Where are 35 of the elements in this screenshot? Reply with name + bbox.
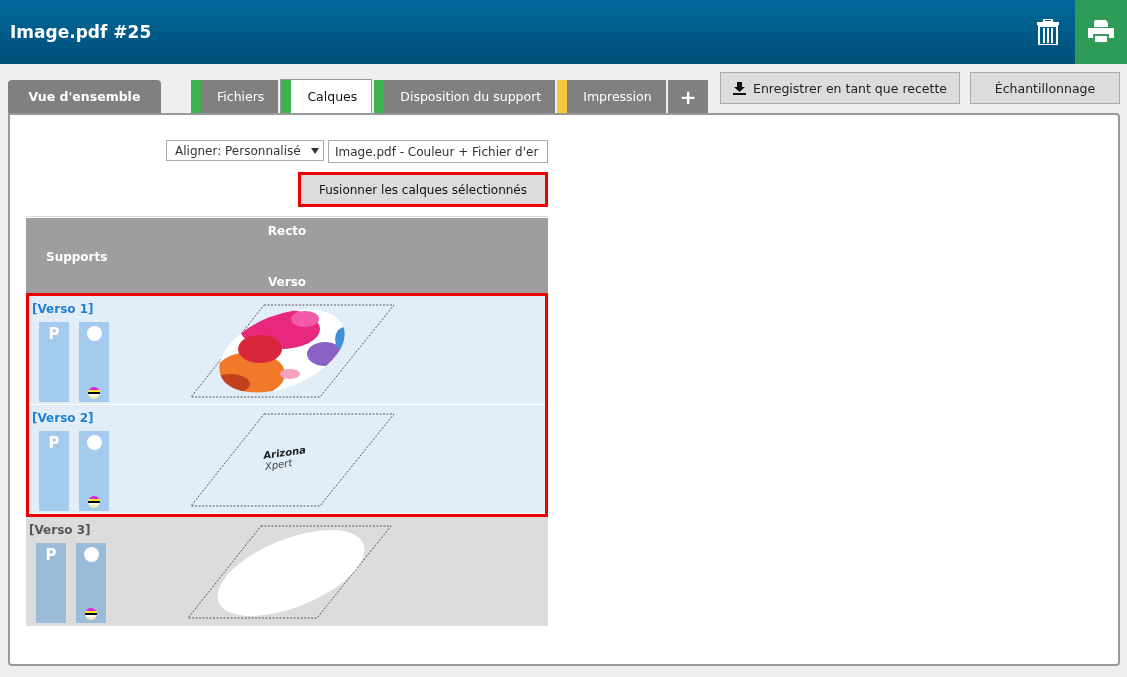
- align-dropdown[interactable]: Aligner: Personnalisé: [166, 140, 324, 161]
- tab[interactable]: Vue d'ensemble: [8, 80, 161, 113]
- circle-icon: [83, 547, 99, 562]
- media-label: P: [48, 435, 60, 452]
- circle-icon: [86, 326, 102, 341]
- layer-label: [Verso 1]: [32, 302, 95, 316]
- layer-label: [Verso 3]: [29, 523, 92, 537]
- tab[interactable]: Impression: [557, 80, 666, 113]
- circle-icon: [86, 435, 102, 450]
- download-icon: [733, 81, 747, 95]
- delete-icon[interactable]: [1037, 19, 1059, 45]
- file-field[interactable]: Image.pdf - Couleur + Fichier d'er: [328, 140, 548, 163]
- tab[interactable]: +: [667, 80, 709, 113]
- layer-label: [Verso 2]: [32, 411, 95, 425]
- layer-row[interactable]: [Verso 3] P: [26, 517, 548, 627]
- print-button[interactable]: [1075, 0, 1127, 64]
- ink-stack-icon: [88, 387, 100, 399]
- tab[interactable]: Fichiers: [191, 80, 279, 113]
- window-title: Image.pdf #25: [9, 22, 152, 42]
- merge-button[interactable]: Fusionner les calques sélectionnés: [298, 172, 548, 207]
- sampling-button[interactable]: Échantillonnage: [970, 72, 1120, 104]
- ink-stack-icon: [88, 496, 100, 508]
- column-header: Recto: [267, 224, 307, 238]
- tab[interactable]: Calques: [280, 79, 373, 113]
- tab[interactable]: Disposition du support: [374, 80, 556, 113]
- printer-icon: [1088, 20, 1114, 44]
- media-label: P: [45, 547, 57, 564]
- column-header: Verso: [267, 275, 307, 289]
- caret-icon: [311, 147, 319, 154]
- media-label: P: [48, 326, 60, 343]
- layer-row[interactable]: [Verso 2] P Arizona Xpert: [29, 405, 545, 514]
- save-recipe-button[interactable]: Enregistrer en tant que recette: [720, 72, 960, 104]
- ink-stack-icon: [85, 608, 97, 620]
- column-header: Supports: [45, 249, 109, 264]
- layer-row[interactable]: [Verso 1] P: [29, 296, 545, 405]
